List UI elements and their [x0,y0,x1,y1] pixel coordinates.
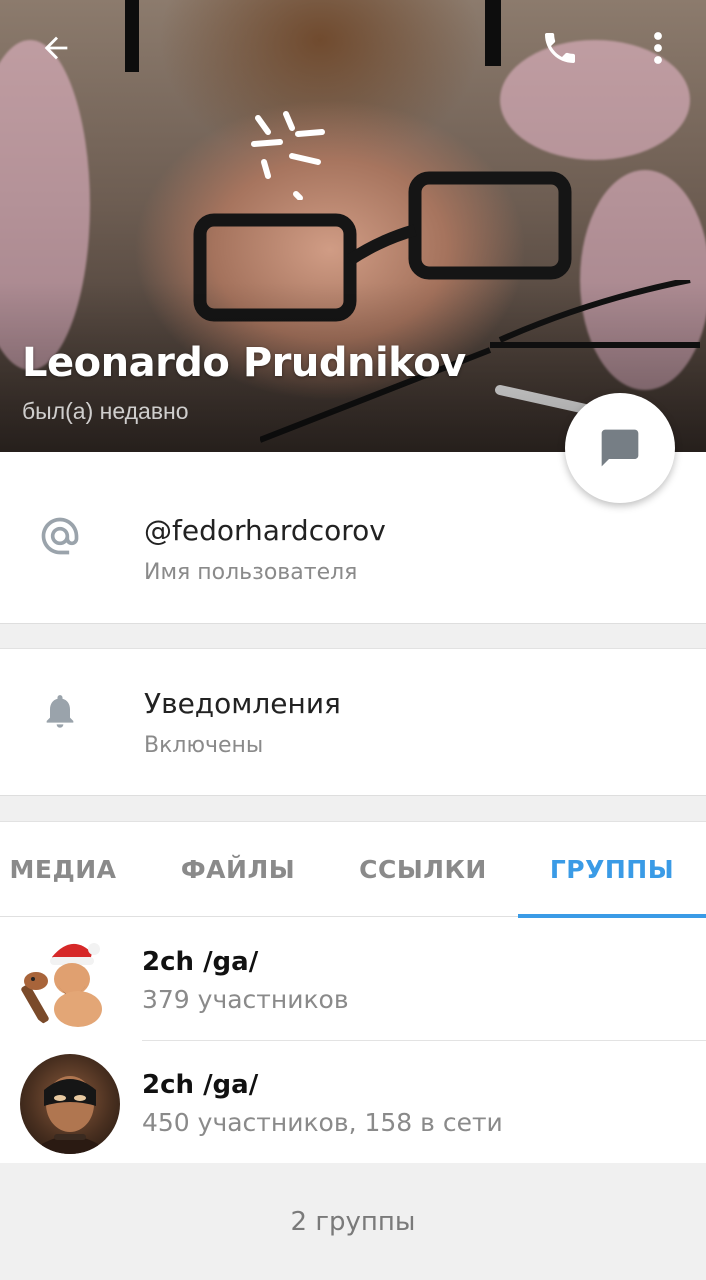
tab-files[interactable]: ФАЙЛЫ [152,822,324,917]
tab-label: ГРУППЫ [549,855,675,884]
username-label: Имя пользователя [144,560,358,585]
more-options-button[interactable] [636,22,680,74]
tab-label: ФАЙЛЫ [180,855,296,884]
groups-count: 2 группы [0,1163,706,1280]
at-sign-icon [36,512,84,560]
group-members: 379 участников [142,985,349,1014]
divider [142,1040,706,1041]
group-members: 450 участников, 158 в сети [142,1108,503,1137]
send-message-button[interactable] [565,393,675,503]
list-item[interactable]: 2ch /ga/ 450 участников, 158 в сети [0,1040,706,1163]
tab-links[interactable]: ССЫЛКИ [340,822,506,917]
group-avatar [20,931,120,1031]
back-button[interactable] [28,24,84,72]
tab-label: МЕДИА [9,855,117,884]
shared-content-section: МЕДИА ФАЙЛЫ ССЫЛКИ ГРУППЫ 2ch /ga/ 379 у… [0,821,706,1163]
notifications-title: Уведомления [144,687,341,720]
group-name: 2ch /ga/ [142,947,259,977]
notifications-status: Включены [144,733,264,758]
profile-status: был(а) недавно [22,398,189,424]
tab-label: ССЫЛКИ [359,855,487,884]
bell-icon [36,687,84,735]
group-avatar [20,1054,120,1154]
list-item[interactable]: 2ch /ga/ 379 участников [0,917,706,1040]
tab-media[interactable]: МЕДИА [0,822,126,917]
phone-icon [545,33,575,63]
call-button[interactable] [532,22,588,74]
username-value: @fedorhardcorov [144,514,386,547]
tab-groups[interactable]: ГРУППЫ [518,822,706,918]
more-vert-icon [654,32,662,64]
profile-name: Leonardo Prudnikov [22,340,466,386]
arrow-left-icon [44,36,68,60]
tab-bar: МЕДИА ФАЙЛЫ ССЫЛКИ ГРУППЫ [0,822,706,918]
photo-doodle [251,111,325,200]
chat-bubble-icon [601,429,639,467]
photo-mark [485,0,501,66]
photo-mark [125,0,139,72]
notifications-section[interactable]: Уведомления Включены [0,648,706,796]
group-name: 2ch /ga/ [142,1070,259,1100]
profile-header: Leonardo Prudnikov был(а) недавно [0,0,706,452]
